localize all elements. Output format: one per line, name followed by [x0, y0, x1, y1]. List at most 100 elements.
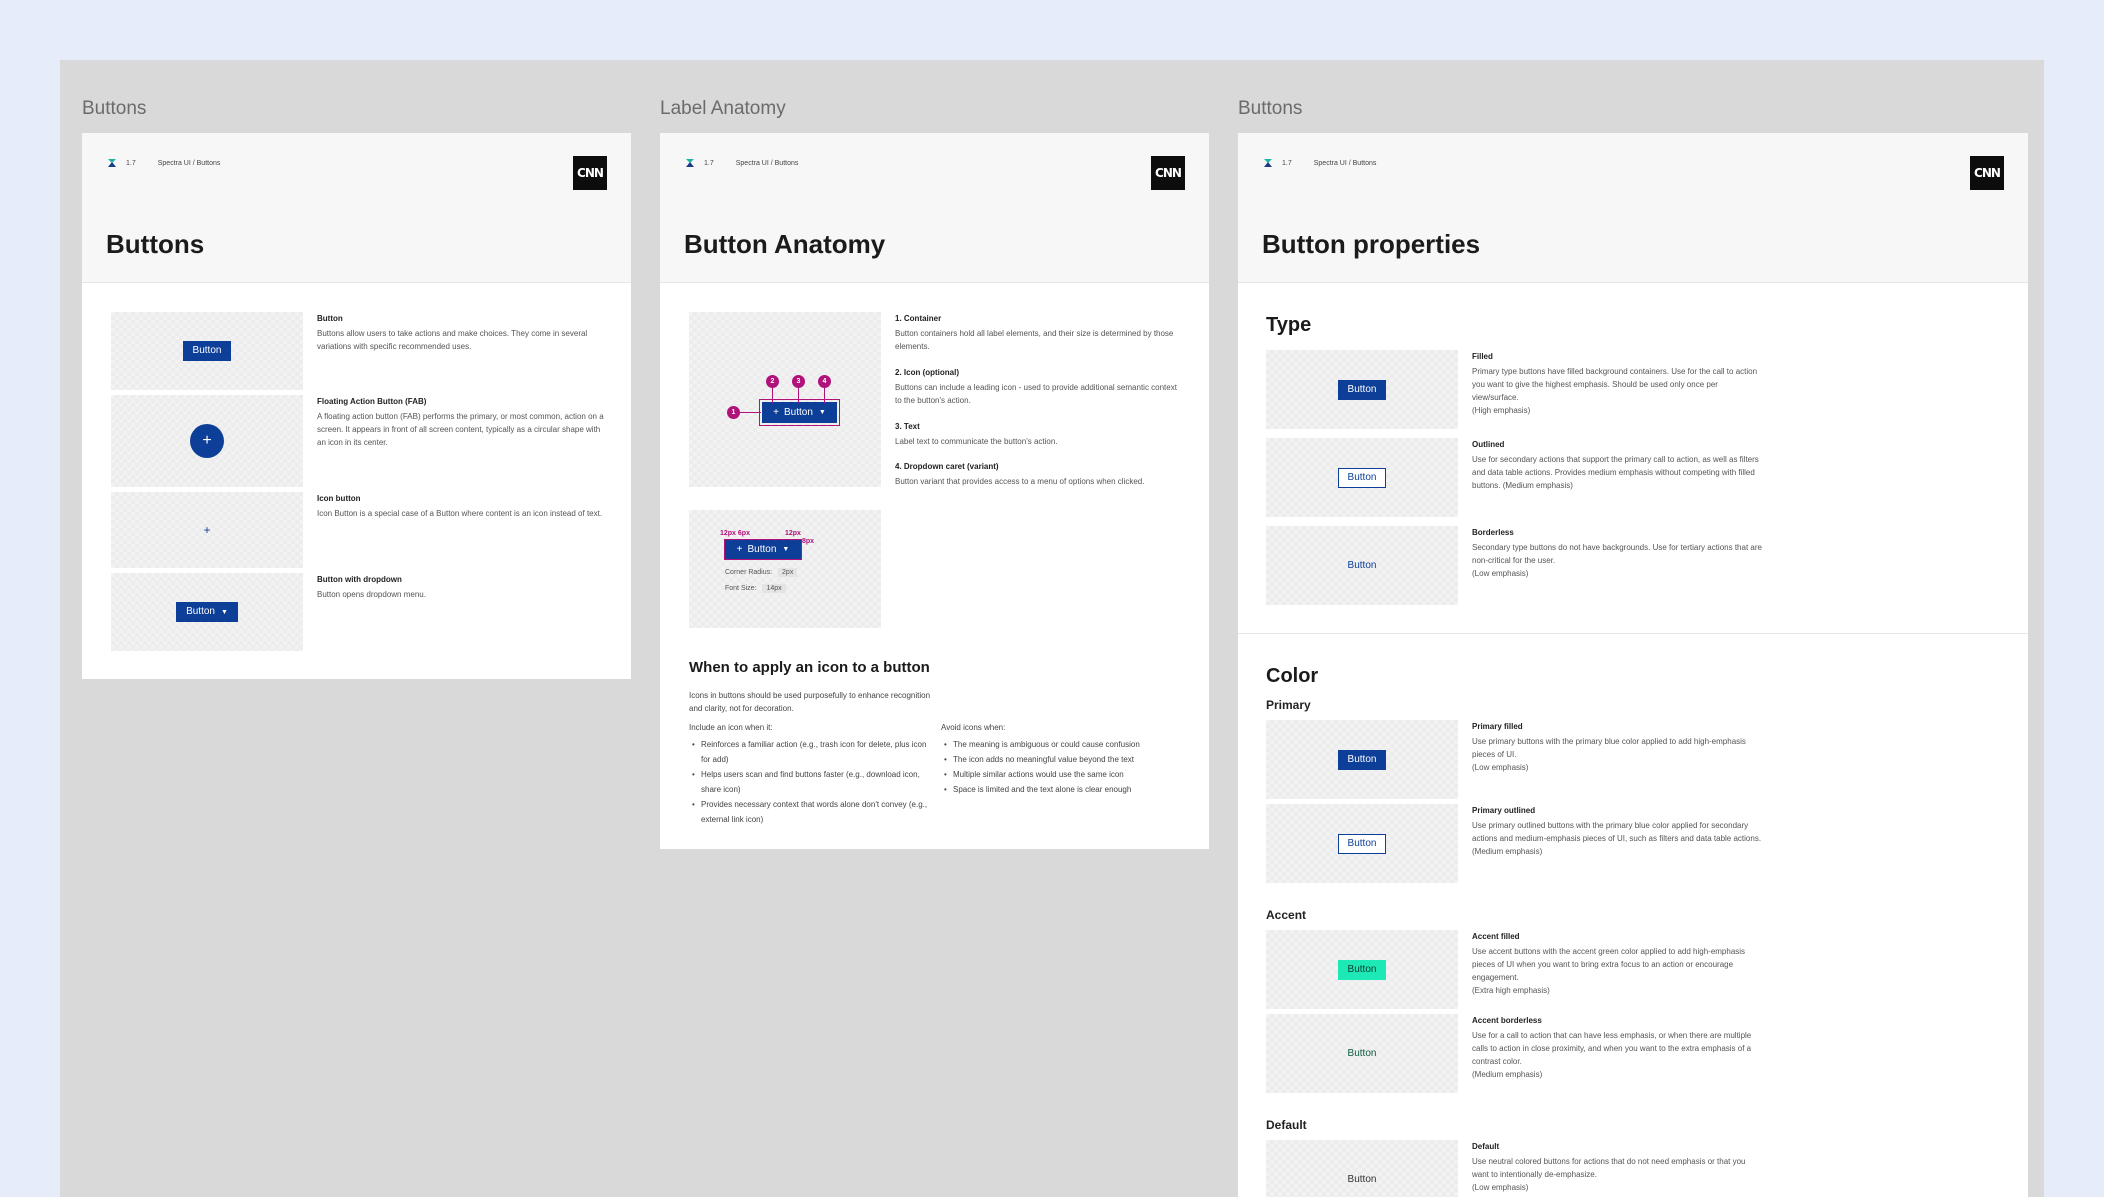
version-label: 1.7 [1282, 159, 1292, 167]
avoid-list-title: Avoid icons when: [941, 723, 1006, 732]
dropdown-button[interactable]: Button ▼ [176, 602, 238, 622]
item-title: Borderless [1472, 528, 1514, 537]
part-body: Label text to communicate the button's a… [895, 437, 1058, 446]
version-label: 1.7 [704, 159, 714, 167]
item-body: Use primary buttons with the primary blu… [1472, 737, 1746, 772]
item-title: Floating Action Button (FAB) [317, 397, 427, 406]
frame-header: 1.7 Spectra UI / Buttons CNN Button prop… [1238, 133, 2028, 283]
sample-button[interactable]: Button [182, 341, 232, 361]
filled-button[interactable]: Button [1337, 379, 1387, 400]
plus-icon-button[interactable]: + [203, 523, 210, 537]
primary-outlined-button[interactable]: Button [1337, 833, 1387, 854]
include-list-title: Include an icon when it: [689, 723, 773, 732]
item-body: Use for secondary actions that support t… [1472, 455, 1759, 490]
button-preview: Button [111, 312, 303, 390]
list-item: The meaning is ambiguous or could cause … [941, 737, 1181, 752]
spectra-logo-icon [686, 159, 694, 167]
breadcrumb-path[interactable]: Spectra UI / Buttons [158, 160, 221, 167]
default-description: Default Use neutral colored buttons for … [1472, 1142, 1762, 1194]
spectra-logo-icon [108, 159, 116, 167]
properties-frame[interactable]: 1.7 Spectra UI / Buttons CNN Button prop… [1238, 133, 2028, 1197]
pin-container: 1 [727, 406, 740, 419]
frame-label: Buttons [1238, 98, 1303, 119]
item-title: Icon button [317, 494, 361, 503]
font-size-value: 14px [762, 584, 786, 593]
page-title: Button properties [1262, 229, 1481, 259]
plus-icon: + [202, 432, 212, 449]
include-list: Include an icon when it: Reinforces a fa… [689, 720, 934, 827]
padding-side-label: 8px [802, 538, 815, 545]
item-body: Icon Button is a special case of a Butto… [317, 509, 603, 518]
brand-logo: CNN [1151, 156, 1185, 190]
breadcrumb: 1.7 Spectra UI / Buttons [1262, 157, 1376, 169]
breadcrumb-path[interactable]: Spectra UI / Buttons [736, 160, 799, 167]
list-item: Provides necessary context that words al… [689, 797, 934, 827]
item-title: Outlined [1472, 440, 1505, 449]
part-description: 1. Container Button containers hold all … [895, 314, 1185, 353]
part-body: Button containers hold all label element… [895, 329, 1174, 351]
button-description: Button Buttons allow users to take actio… [317, 314, 607, 353]
accent-filled-button[interactable]: Button [1337, 959, 1387, 980]
corner-radius-row: Corner Radius: 2px [725, 568, 798, 577]
anatomy-diagram: + Button ▼ 1 2 3 4 [689, 312, 881, 487]
outlined-button[interactable]: Button [1337, 467, 1387, 488]
page-title: Buttons [106, 229, 205, 259]
icon-usage-intro: Icons in buttons should be used purposef… [689, 691, 931, 713]
frame-label: Label Anatomy [660, 98, 786, 119]
corner-radius-label: Corner Radius: [725, 569, 773, 576]
avoid-list: Avoid icons when: The meaning is ambiguo… [941, 720, 1181, 797]
item-body: Use accent buttons with the accent green… [1472, 947, 1746, 995]
spec-button: + Button ▼ [724, 539, 802, 560]
dropdown-button-label: Button [186, 606, 215, 617]
frame-header: 1.7 Spectra UI / Buttons CNN Buttons [82, 133, 631, 283]
list-item: Reinforces a familiar action (e.g., tras… [689, 737, 934, 767]
chevron-down-icon: ▼ [220, 609, 228, 616]
default-button[interactable]: Button [1338, 1170, 1387, 1190]
design-canvas: Buttons 1.7 Spectra UI / Buttons CNN But… [60, 60, 2044, 1197]
item-title: Accent filled [1472, 932, 1520, 941]
pin-connector [772, 387, 773, 403]
list-item: The icon adds no meaningful value beyond… [941, 752, 1181, 767]
part-description: 3. Text Label text to communicate the bu… [895, 422, 1185, 448]
buttons-frame[interactable]: 1.7 Spectra UI / Buttons CNN Buttons But… [82, 133, 631, 679]
accent-borderless-preview: Button [1266, 1014, 1458, 1093]
part-description: 2. Icon (optional) Buttons can include a… [895, 368, 1185, 407]
brand-logo: CNN [573, 156, 607, 190]
borderless-preview: Button [1266, 526, 1458, 605]
item-body: Use for a call to action that can have l… [1472, 1031, 1752, 1079]
primary-filled-button[interactable]: Button [1337, 749, 1387, 770]
padding-right-label: 12px [785, 530, 801, 537]
type-section-title: Type [1266, 314, 1312, 336]
item-body: Use primary outlined buttons with the pr… [1472, 821, 1762, 856]
fab-button[interactable]: + [190, 424, 224, 458]
item-title: Default [1472, 1142, 1500, 1151]
borderless-button[interactable]: Button [1338, 556, 1387, 576]
item-body: Buttons allow users to take actions and … [317, 329, 588, 351]
primary-filled-description: Primary filled Use primary buttons with … [1472, 722, 1762, 774]
fab-preview: + [111, 395, 303, 487]
corner-radius-value: 2px [778, 568, 798, 577]
icon-button-preview: + [111, 492, 303, 568]
fab-description: Floating Action Button (FAB) A floating … [317, 397, 607, 449]
part-description: 4. Dropdown caret (variant) Button varia… [895, 462, 1185, 488]
color-section-title: Color [1266, 665, 1319, 687]
accent-borderless-button[interactable]: Button [1338, 1044, 1387, 1064]
pin-connector [824, 387, 825, 403]
spectra-logo-icon [1264, 159, 1272, 167]
primary-outlined-description: Primary outlined Use primary outlined bu… [1472, 806, 1762, 858]
filled-preview: Button [1266, 350, 1458, 429]
frame-label: Buttons [82, 98, 147, 119]
default-preview: Button [1266, 1140, 1458, 1197]
item-title: Filled [1472, 352, 1493, 361]
item-title: Primary outlined [1472, 806, 1536, 815]
anatomy-frame[interactable]: 1.7 Spectra UI / Buttons CNN Button Anat… [660, 133, 1209, 849]
item-body: Button opens dropdown menu. [317, 590, 426, 599]
part-title: 3. Text [895, 422, 920, 431]
spec-diagram: 12px 6px 12px 8px + Button ▼ Corner Radius… [689, 510, 881, 628]
item-body: Primary type buttons have filled backgro… [1472, 367, 1758, 415]
list-item: Helps users scan and find buttons faster… [689, 767, 934, 797]
breadcrumb: 1.7 Spectra UI / Buttons [684, 157, 798, 169]
part-title: 2. Icon (optional) [895, 368, 959, 377]
breadcrumb-path[interactable]: Spectra UI / Buttons [1314, 160, 1377, 167]
item-title: Primary filled [1472, 722, 1523, 731]
